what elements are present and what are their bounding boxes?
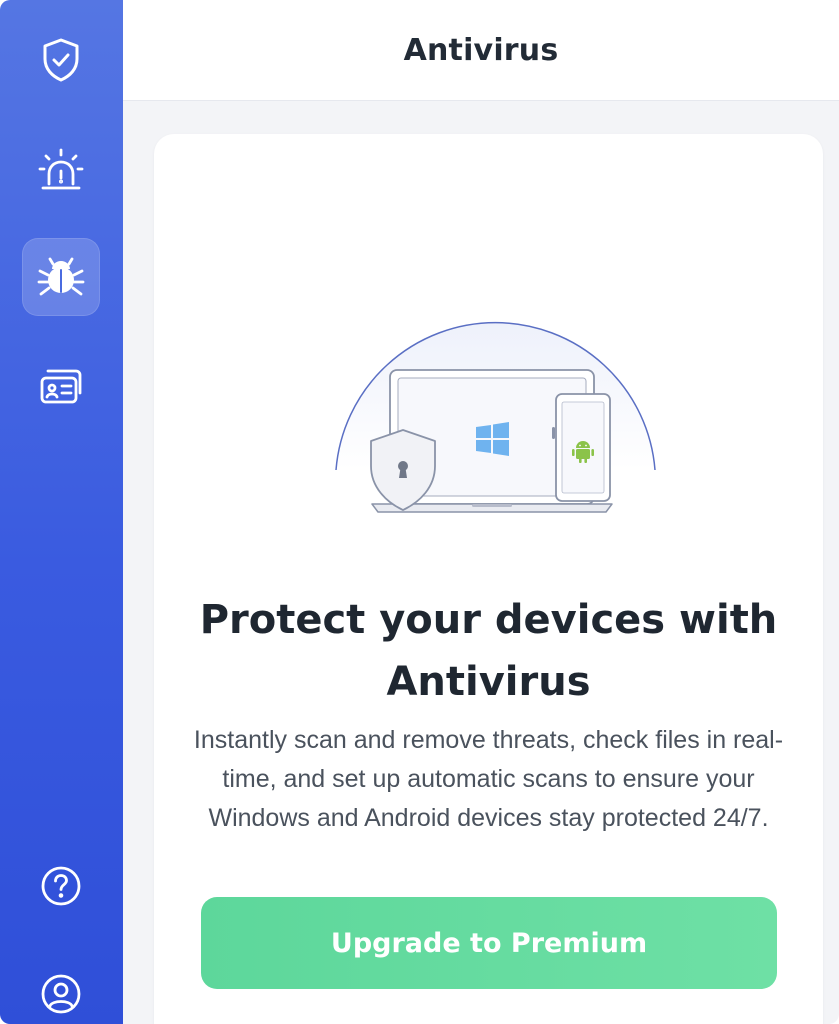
user-circle-icon bbox=[40, 973, 82, 1015]
promo-description: Instantly scan and remove threats, check… bbox=[193, 726, 784, 832]
bug-icon bbox=[36, 255, 86, 299]
header-bar: Antivirus bbox=[123, 0, 839, 101]
help-circle-icon bbox=[40, 865, 82, 907]
help-button[interactable] bbox=[22, 847, 100, 925]
sidebar-item-alerts[interactable] bbox=[22, 131, 100, 209]
app-window: Antivirus Protect your devices with Anti… bbox=[0, 0, 839, 1024]
sidebar-item-identity[interactable] bbox=[22, 348, 100, 426]
shield-check-icon bbox=[41, 37, 81, 83]
upsell-card bbox=[154, 134, 823, 1024]
account-button[interactable] bbox=[22, 955, 100, 1024]
upgrade-to-premium-button[interactable]: Upgrade to Premium bbox=[201, 897, 777, 989]
alarm-siren-icon bbox=[37, 147, 85, 193]
page-title: Antivirus bbox=[403, 32, 559, 68]
id-card-icon bbox=[38, 366, 84, 408]
sidebar-item-security[interactable] bbox=[22, 21, 100, 99]
sidebar-item-antivirus[interactable] bbox=[22, 238, 100, 316]
sidebar bbox=[0, 0, 123, 1024]
promo-headline: Protect your devices with Antivirus bbox=[199, 596, 778, 705]
devices-illustration bbox=[300, 270, 680, 534]
